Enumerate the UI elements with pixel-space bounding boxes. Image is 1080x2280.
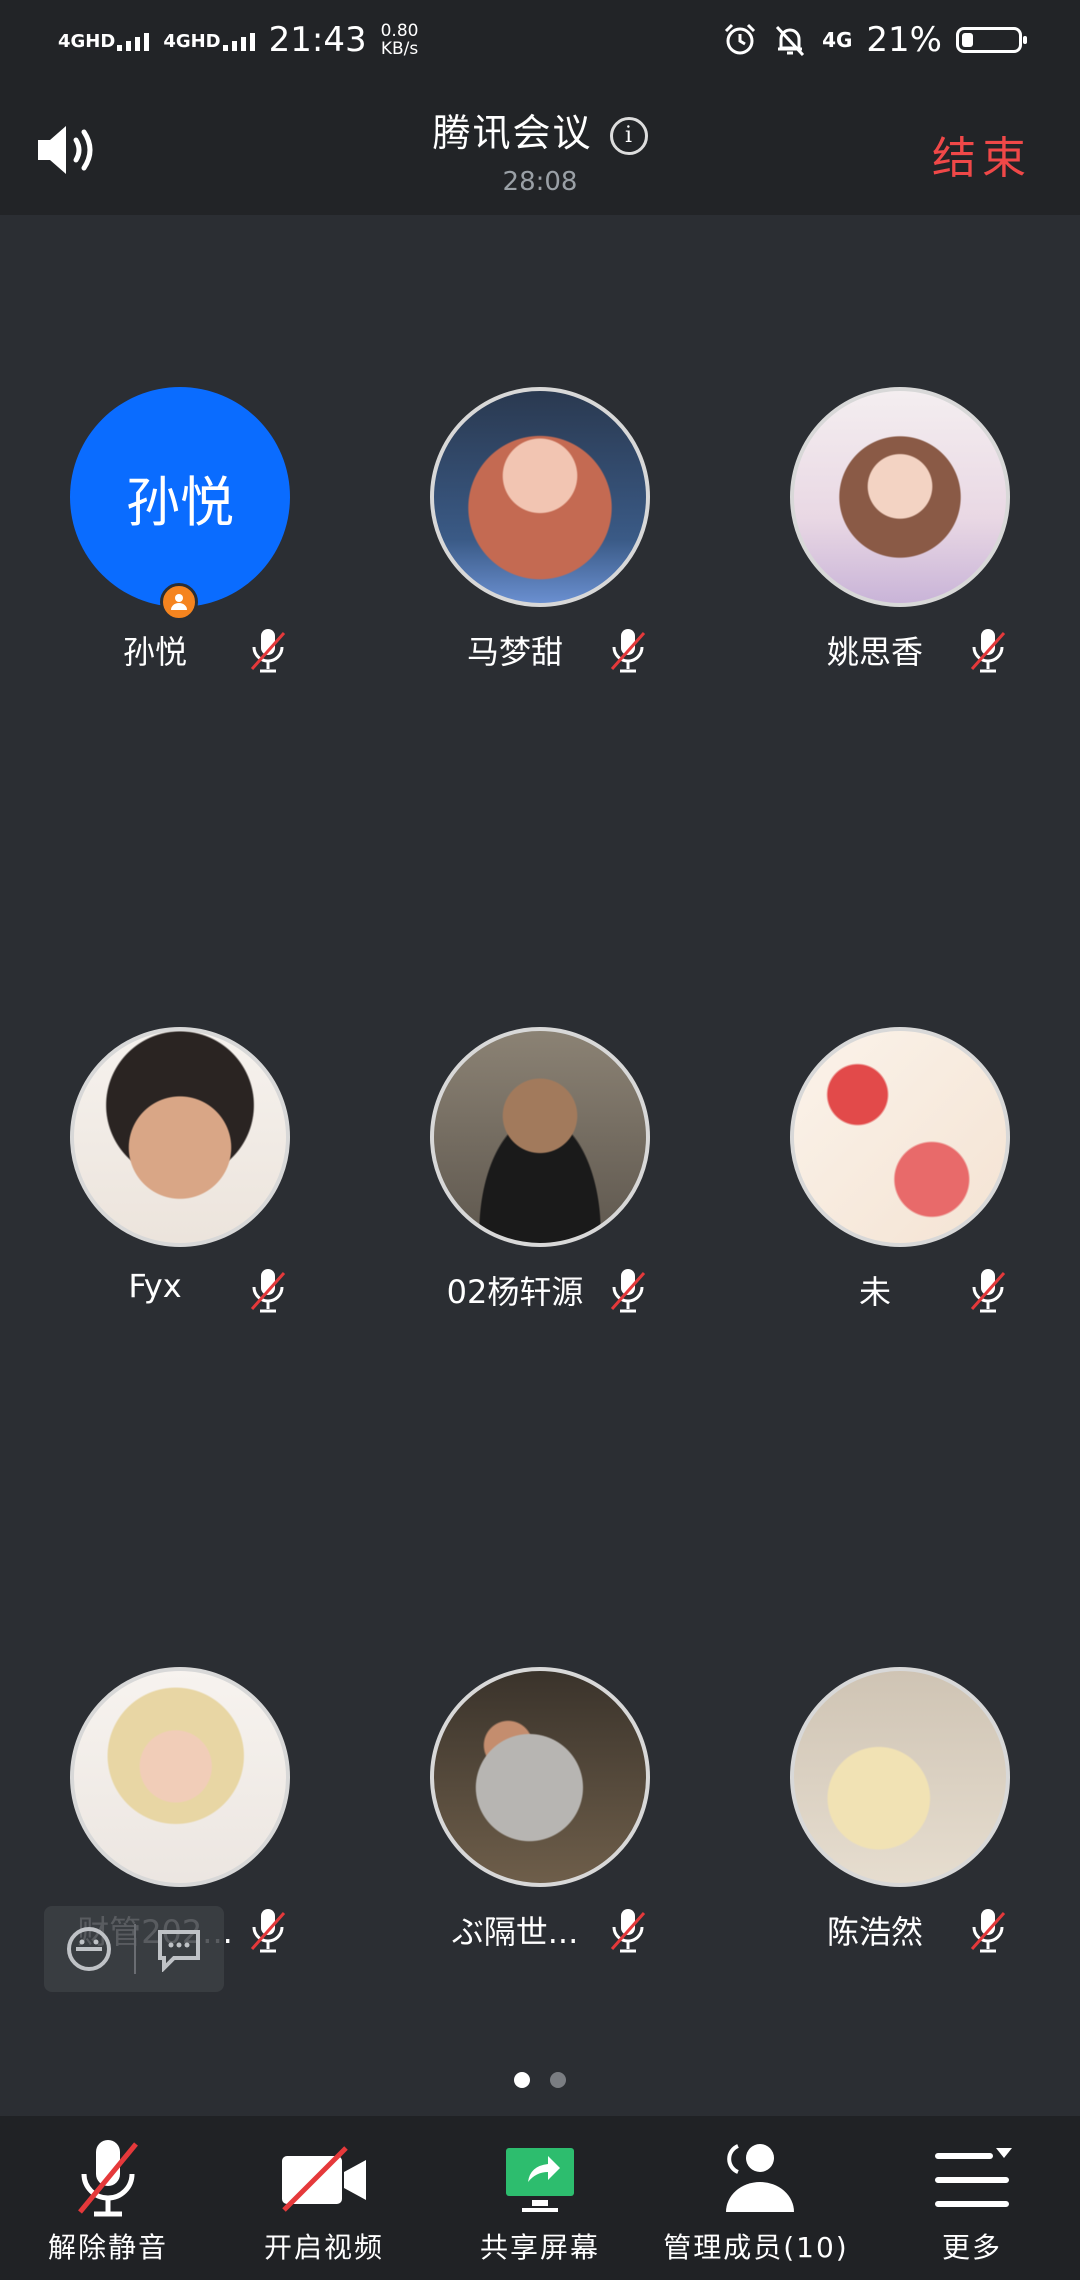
- menu-icon: [935, 2148, 1012, 2207]
- participant-name: 姚思香: [826, 633, 923, 671]
- meeting-title-area: 腾讯会议 i 28:08: [0, 102, 1080, 197]
- meeting-timer: 28:08: [502, 167, 578, 197]
- net-speed: 0.80 KB/s: [381, 22, 419, 58]
- network-type-2: 4GHD: [163, 31, 221, 52]
- avatar: [430, 1027, 650, 1247]
- status-left: 4GHD 4GHD 21:43 0.80 KB/s: [58, 20, 418, 60]
- avatar: [790, 387, 1010, 607]
- video-off-icon: [282, 2146, 366, 2212]
- participant-tile[interactable]: 姚思香: [720, 387, 1080, 687]
- participant-name: 孙悦: [122, 633, 187, 671]
- clock: 21:43: [268, 20, 367, 60]
- mic-muted-icon: [78, 2140, 138, 2217]
- bottom-toolbar: 解除静音 开启视频 共享屏幕 管理成员(10) 更多: [0, 2116, 1080, 2280]
- avatar: [790, 1027, 1010, 1247]
- mic-muted-icon: [610, 629, 646, 673]
- network-type-1: 4GHD: [58, 31, 116, 52]
- more-label: 更多: [941, 2231, 1002, 2264]
- divider: [134, 1924, 136, 1974]
- avatar: [430, 1667, 650, 1887]
- mic-muted-icon: [250, 1269, 286, 1313]
- manage-members-label: 管理成员(10): [663, 2231, 849, 2264]
- participant-grid: 孙悦 孙悦 马梦甜 姚思香 Fyx 02杨轩源 未 ぶ隔世... 陈浩然: [0, 215, 1080, 2075]
- page-indicator: [0, 2072, 1080, 2088]
- page-dot[interactable]: [550, 2072, 566, 2088]
- participant-name: 未: [858, 1273, 891, 1311]
- network-type-3: 4G: [822, 28, 853, 52]
- avatar: 孙悦: [70, 387, 290, 607]
- bell-off-icon: [775, 25, 805, 57]
- participant-tile[interactable]: Fyx: [0, 1027, 360, 1327]
- mic-muted-icon: [970, 629, 1006, 673]
- chat-icon[interactable]: [154, 1926, 204, 1972]
- mic-muted-icon: [610, 1269, 646, 1313]
- members-icon: [726, 2144, 794, 2212]
- meeting-header: 腾讯会议 i 28:08 结束: [0, 80, 1080, 215]
- participant-name: Fyx: [128, 1267, 182, 1305]
- participant-tile[interactable]: 陈浩然: [720, 1667, 1080, 1967]
- status-right: 4G 21%: [722, 20, 1027, 60]
- battery-percent: 21%: [866, 20, 942, 60]
- page-dot[interactable]: [514, 2072, 530, 2088]
- share-screen-icon: [506, 2148, 574, 2212]
- signal-icon-2: 4GHD: [163, 29, 255, 52]
- mic-muted-icon: [970, 1269, 1006, 1313]
- participant-tile[interactable]: 孙悦 孙悦: [0, 387, 360, 687]
- meeting-title[interactable]: 腾讯会议: [432, 111, 592, 155]
- unmute-button[interactable]: 解除静音: [0, 2116, 216, 2280]
- participant-tile[interactable]: 未: [720, 1027, 1080, 1327]
- end-meeting-button[interactable]: 结束: [932, 122, 1032, 186]
- battery-icon: [956, 27, 1027, 53]
- participant-tile[interactable]: 马梦甜: [360, 387, 720, 687]
- participant-name: 02杨轩源: [446, 1273, 584, 1311]
- net-speed-unit: KB/s: [380, 39, 419, 59]
- status-bar: 4GHD 4GHD 21:43 0.80 KB/s 4G 21%: [0, 0, 1080, 80]
- avatar: [70, 1667, 290, 1887]
- alarm-icon: [725, 23, 756, 55]
- participant-name: ぶ隔世...: [451, 1913, 579, 1951]
- participant-name: 陈浩然: [826, 1913, 923, 1951]
- mic-muted-icon: [250, 629, 286, 673]
- mic-muted-icon: [970, 1909, 1006, 1953]
- emoji-icon[interactable]: [64, 1924, 114, 1974]
- start-video-label: 开启视频: [263, 2231, 384, 2264]
- avatar: [70, 1027, 290, 1247]
- participant-tile[interactable]: ぶ隔世...: [360, 1667, 720, 1967]
- unmute-label: 解除静音: [47, 2231, 168, 2264]
- signal-icon-1: 4GHD: [58, 29, 150, 52]
- mic-muted-icon: [250, 1909, 286, 1953]
- manage-members-button[interactable]: 管理成员(10): [648, 2116, 864, 2280]
- avatar: [430, 387, 650, 607]
- share-screen-button[interactable]: 共享屏幕: [432, 2116, 648, 2280]
- floating-quick-bar: [44, 1906, 224, 1992]
- participant-tile[interactable]: 02杨轩源: [360, 1027, 720, 1327]
- avatar: [790, 1667, 1010, 1887]
- info-icon[interactable]: i: [609, 117, 648, 155]
- share-screen-label: 共享屏幕: [479, 2231, 600, 2264]
- participant-name: 马梦甜: [466, 633, 563, 671]
- more-button[interactable]: 更多: [864, 2116, 1080, 2280]
- net-speed-value: 0.80: [380, 21, 419, 41]
- start-video-button[interactable]: 开启视频: [216, 2116, 432, 2280]
- host-badge-icon: [160, 583, 198, 621]
- mic-muted-icon: [610, 1909, 646, 1953]
